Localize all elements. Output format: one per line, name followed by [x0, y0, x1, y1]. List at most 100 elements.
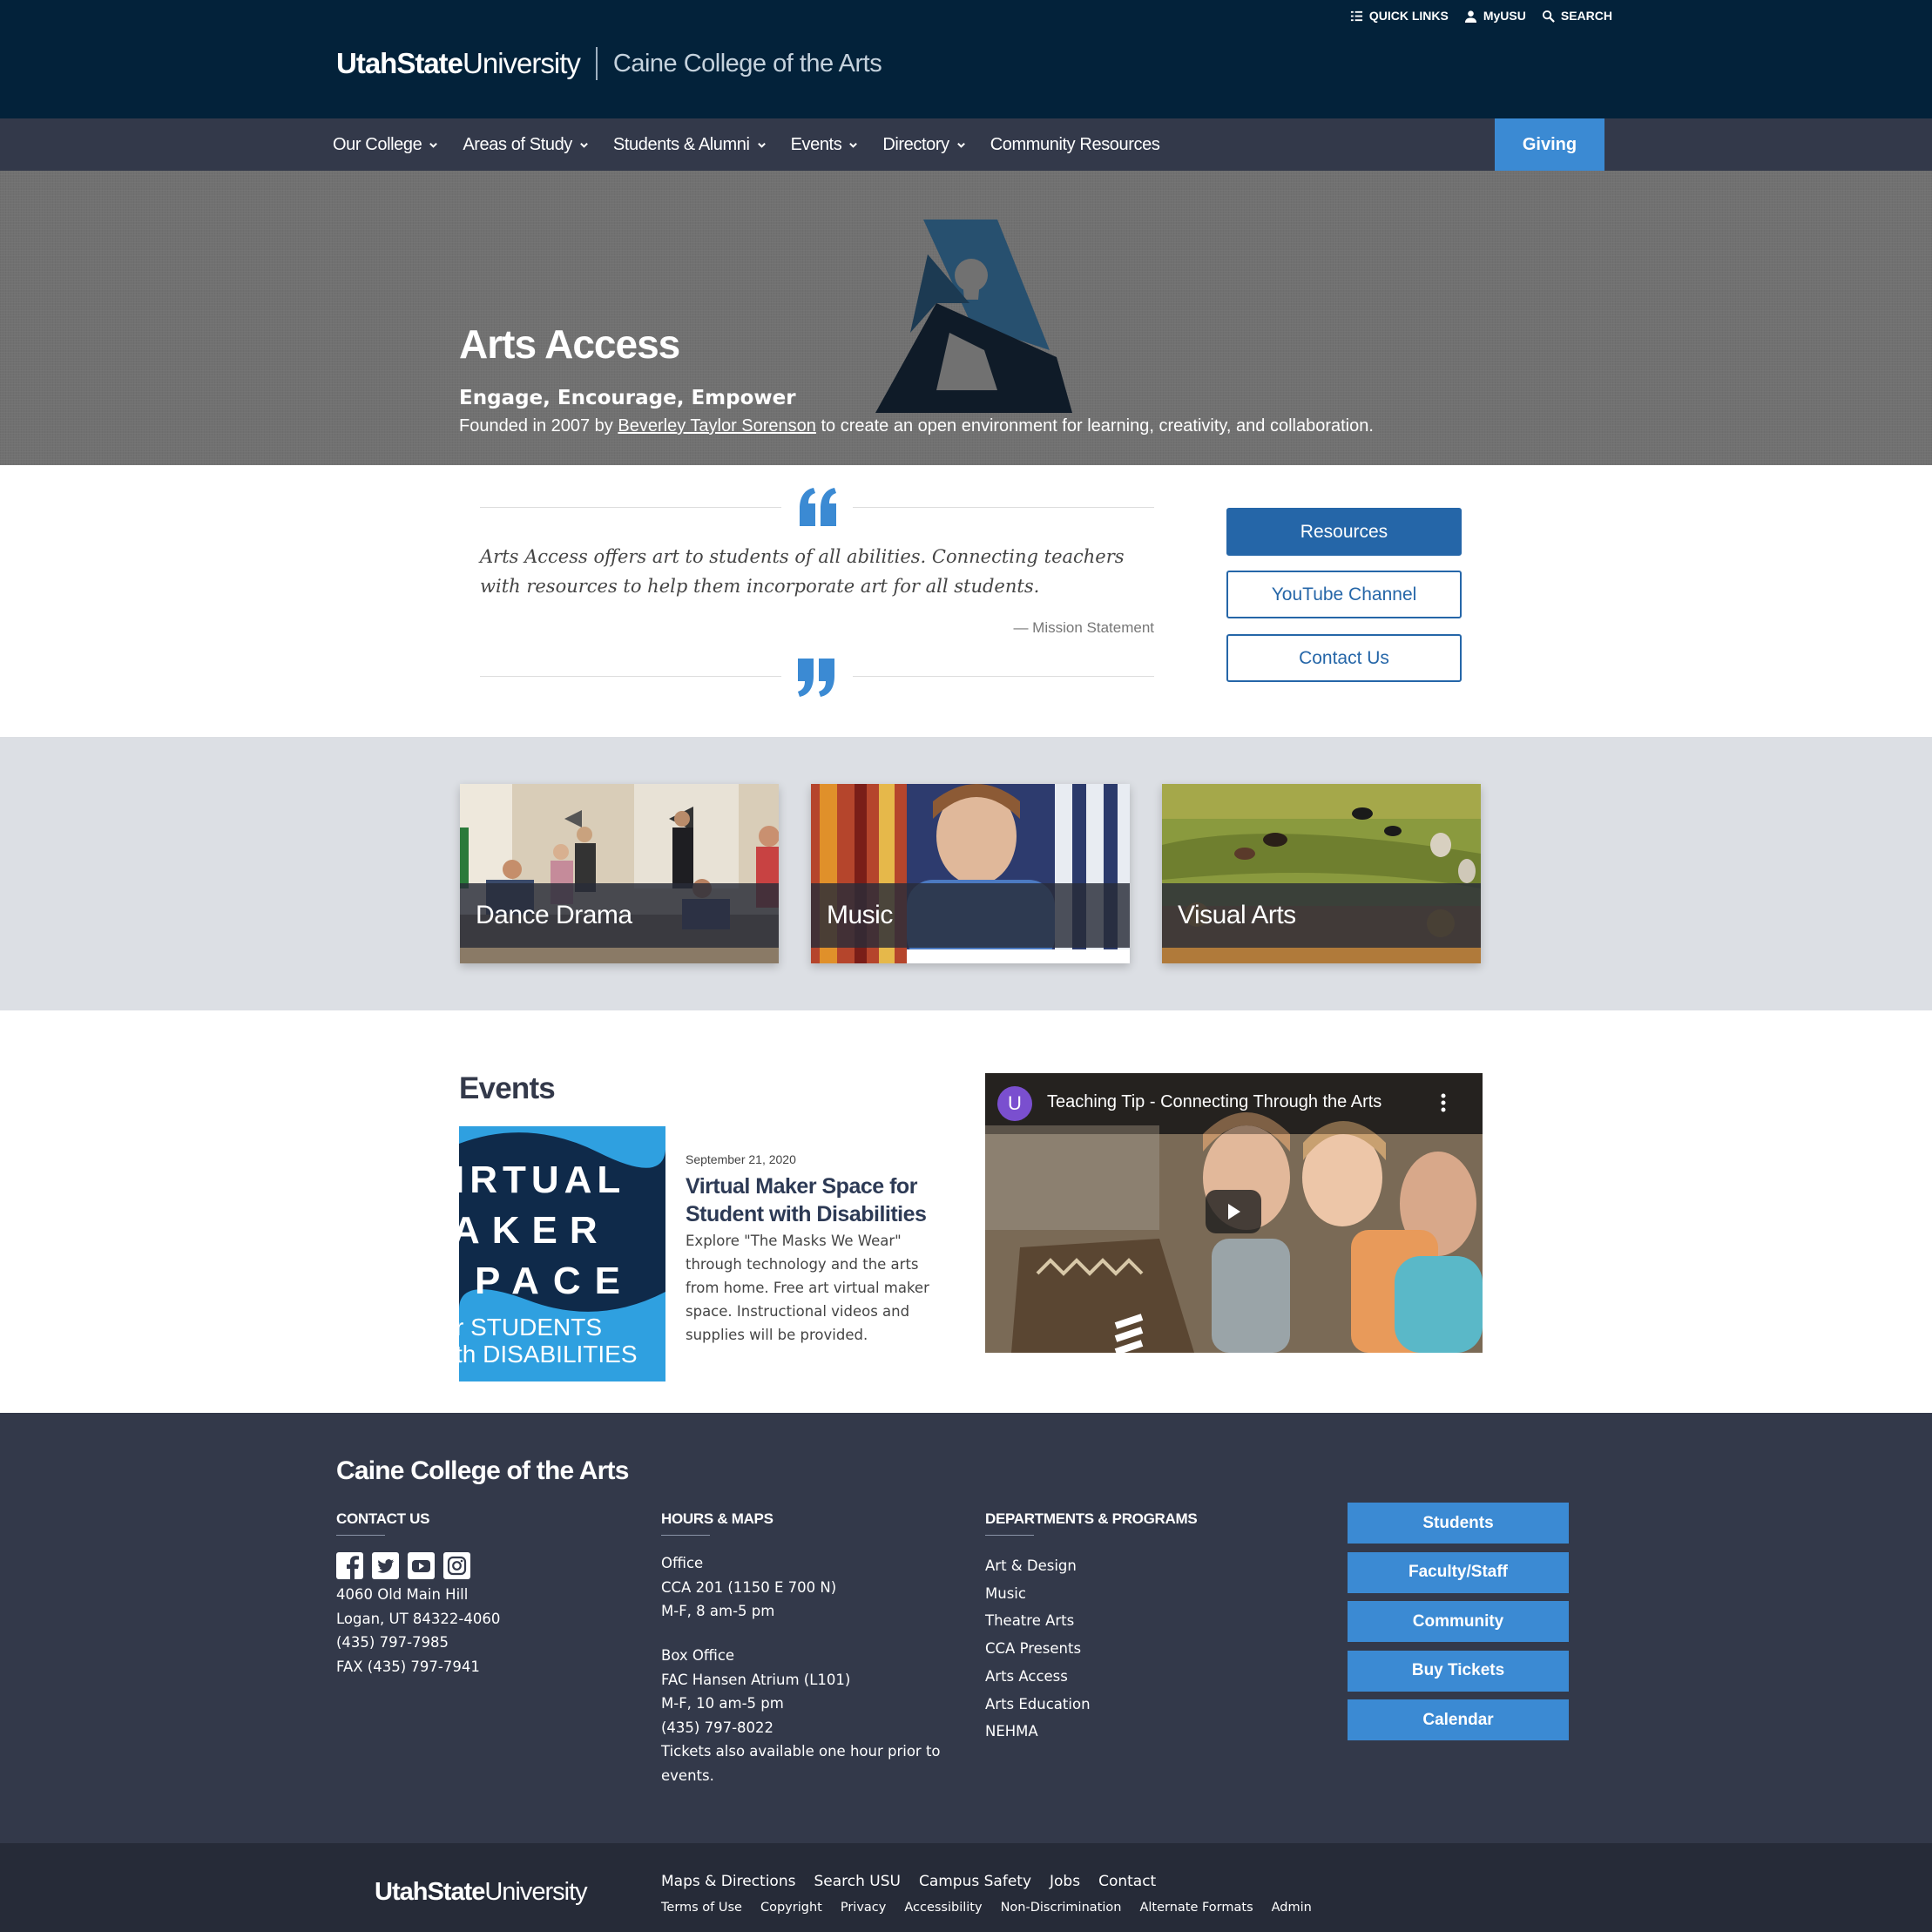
nav-item-our-college[interactable]: Our College — [333, 135, 438, 155]
main-nav-list: Our College Areas of Study Students & Alum… — [333, 118, 1160, 171]
main-nav: Our College Areas of Study Students & Alum… — [0, 118, 1932, 171]
search-label: SEARCH — [1560, 9, 1612, 23]
utility-nav: QUICK LINKS MyUSU SEARCH — [1350, 9, 1612, 23]
footer-link-privacy[interactable]: Privacy — [841, 1901, 887, 1915]
footer-link-copyright[interactable]: Copyright — [760, 1901, 822, 1915]
department-link[interactable]: CCA Presents — [985, 1635, 1091, 1663]
instagram-icon[interactable] — [443, 1552, 470, 1579]
event-image-text: PACE — [475, 1260, 634, 1302]
event-image-text: IRTUAL — [459, 1159, 625, 1201]
footer-button-calendar[interactable]: Calendar — [1348, 1699, 1569, 1740]
giving-button[interactable]: Giving — [1495, 118, 1604, 171]
chevron-down-icon — [757, 142, 766, 148]
chevron-down-icon — [956, 142, 965, 148]
department-link[interactable]: NEHMA — [985, 1718, 1091, 1746]
play-button[interactable] — [1206, 1190, 1261, 1233]
department-link[interactable]: Theatre Arts — [985, 1607, 1091, 1635]
footer-link-search-usu[interactable]: Search USU — [814, 1873, 901, 1890]
footer-link-admin[interactable]: Admin — [1272, 1901, 1312, 1915]
contact-line: Logan, UT 84322-4060 — [336, 1610, 501, 1627]
footer-link-contact[interactable]: Contact — [1098, 1873, 1156, 1890]
chevron-down-icon — [580, 142, 588, 148]
contact-us-button[interactable]: Contact Us — [1226, 634, 1462, 682]
open-quote-icon — [800, 488, 836, 526]
youtube-channel-button[interactable]: YouTube Channel — [1226, 571, 1462, 618]
usu-footer-logo[interactable]: UtahStateUniversity — [375, 1878, 588, 1907]
page-title: Arts Access — [459, 321, 680, 367]
area-card-music[interactable]: Music — [811, 784, 1130, 963]
area-card-label: Music — [811, 883, 1130, 948]
nav-item-label: Our College — [333, 134, 422, 154]
contact-line: (435) 797-7985 — [336, 1634, 449, 1651]
video-title[interactable]: Teaching Tip - Connecting Through the Ar… — [1047, 1092, 1381, 1112]
nav-item-label: Students & Alumni — [612, 134, 750, 154]
footer-button-faculty-staff[interactable]: Faculty/Staff — [1348, 1551, 1569, 1593]
nav-item-label: Areas of Study — [463, 134, 572, 154]
nav-item-directory[interactable]: Directory — [882, 135, 965, 155]
search-link[interactable]: SEARCH — [1542, 9, 1612, 23]
nav-item-community-resources[interactable]: Community Resources — [990, 135, 1160, 155]
box-office-line: FAC Hansen Atrium (L101) — [661, 1671, 851, 1688]
quote-divider — [853, 507, 1154, 508]
twitter-icon[interactable] — [372, 1552, 399, 1579]
site-header: QUICK LINKS MyUSU SEARCH UtahStateUniver… — [0, 0, 1932, 118]
nav-item-areas-of-study[interactable]: Areas of Study — [463, 135, 589, 155]
area-card-visual-arts[interactable]: Visual Arts — [1162, 784, 1481, 963]
resources-button[interactable]: Resources — [1226, 508, 1462, 556]
contact-line: FAX (435) 797-7941 — [336, 1658, 480, 1675]
event-title-link[interactable]: Virtual Maker Space for Student with Dis… — [686, 1172, 929, 1228]
areas-section: Dance Drama Music Visual Arts — [0, 737, 1932, 1010]
quote-citation: — Mission Statement — [1013, 619, 1154, 636]
footer-link-non-discrimination[interactable]: Non-Discrimination — [1001, 1901, 1122, 1915]
quote-text: Arts Access offers art to students of al… — [480, 546, 1125, 597]
sub-footer: UtahStateUniversity Maps & Directions Sea… — [0, 1843, 1932, 1932]
brand-divider — [595, 47, 598, 80]
footer-button-community[interactable]: Community — [1348, 1601, 1569, 1642]
footer-link-jobs[interactable]: Jobs — [1050, 1873, 1080, 1890]
event-date: September 21, 2020 — [686, 1152, 796, 1166]
hours-heading: HOURS & MAPS — [661, 1510, 773, 1536]
footer-link-accessibility[interactable]: Accessibility — [904, 1901, 982, 1915]
footer-link-campus-safety[interactable]: Campus Safety — [919, 1873, 1031, 1890]
office-info: Office CCA 201 (1150 E 700 N) M-F, 8 am-5 … — [661, 1551, 836, 1624]
department-link[interactable]: Arts Education — [985, 1691, 1091, 1719]
footer-primary-links: Maps & Directions Search USU Campus Safety… — [661, 1873, 1156, 1890]
search-icon — [1542, 10, 1555, 23]
department-link[interactable]: Arts Access — [985, 1663, 1091, 1691]
mission-quote: Arts Access offers art to students of al… — [480, 488, 1154, 697]
office-line: CCA 201 (1150 E 700 N) — [661, 1578, 837, 1596]
box-office-line: M-F, 10 am-5 pm — [661, 1695, 784, 1712]
footer-link-terms-of-use[interactable]: Terms of Use — [661, 1901, 742, 1915]
myusu-label: MyUSU — [1483, 9, 1526, 23]
footer-button-buy-tickets[interactable]: Buy Tickets — [1348, 1650, 1569, 1692]
area-card-dance-drama[interactable]: Dance Drama — [460, 784, 779, 963]
myusu-link[interactable]: MyUSU — [1464, 9, 1526, 23]
nav-item-students-and-alumni[interactable]: Students & Alumni — [613, 135, 767, 155]
hero-subtitle: Engage, Encourage, Empower — [459, 387, 796, 409]
footer-button-students[interactable]: Students — [1348, 1503, 1569, 1544]
youtube-video-embed[interactable]: U Teaching Tip - Connecting Through the … — [985, 1073, 1483, 1353]
channel-avatar[interactable]: U — [997, 1086, 1032, 1121]
facebook-icon[interactable] — [336, 1552, 363, 1579]
founder-link[interactable]: Beverley Taylor Sorenson — [618, 416, 816, 436]
quick-links-label: QUICK LINKS — [1368, 9, 1449, 23]
footer-link-maps-and-directions[interactable]: Maps & Directions — [661, 1873, 795, 1890]
department-link[interactable]: Art & Design — [985, 1552, 1091, 1580]
youtube-icon[interactable] — [408, 1552, 435, 1579]
play-icon — [1228, 1204, 1240, 1219]
list-icon — [1350, 10, 1362, 21]
event-image-text: r STUDENTS — [459, 1314, 602, 1341]
department-link[interactable]: Music — [985, 1580, 1091, 1608]
departments-list: Art & Design Music Theatre Arts CCA Present… — [985, 1552, 1091, 1746]
footer-link-alternate-formats[interactable]: Alternate Formats — [1139, 1901, 1253, 1915]
area-card-label: Dance Drama — [460, 883, 779, 948]
site-logo[interactable]: UtahStateUniversity Caine College of the… — [336, 45, 882, 82]
quick-links-link[interactable]: QUICK LINKS — [1350, 9, 1449, 23]
box-office-line: Tickets also available one hour prior to — [661, 1743, 941, 1760]
office-line: Office — [661, 1555, 704, 1571]
footer-legal-links: Terms of Use Copyright Privacy Accessibilit… — [661, 1901, 1312, 1915]
contact-address: 4060 Old Main Hill Logan, UT 84322-4060 (4… — [336, 1583, 500, 1679]
quote-divider — [480, 507, 781, 508]
more-options-icon[interactable] — [1440, 1092, 1447, 1113]
nav-item-events[interactable]: Events — [791, 135, 859, 155]
